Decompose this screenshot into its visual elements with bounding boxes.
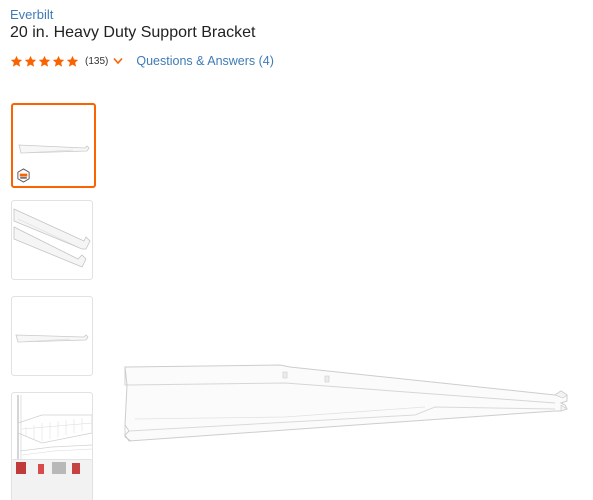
room-image: [12, 460, 92, 500]
thumbnail-bracket-angle[interactable]: [11, 200, 93, 280]
bracket-image: [15, 334, 89, 343]
thumbnail-bracket-plain[interactable]: [11, 296, 93, 376]
thumbnail-room-scene[interactable]: [11, 459, 93, 500]
product-title: 20 in. Heavy Duty Support Bracket: [10, 24, 256, 41]
chevron-down-icon[interactable]: [113, 57, 123, 65]
star-icon: [24, 55, 37, 67]
main-product-image[interactable]: [115, 345, 585, 455]
rating-row: (135) Questions & Answers (4): [10, 52, 274, 70]
brand-link[interactable]: Everbilt: [10, 7, 53, 22]
review-count[interactable]: (135): [85, 56, 108, 67]
star-icon: [66, 55, 79, 67]
product-page: Everbilt 20 in. Heavy Duty Support Brack…: [0, 0, 593, 500]
star-icon: [38, 55, 51, 67]
star-rating[interactable]: [10, 55, 80, 68]
product-badge-icon: [17, 168, 30, 183]
questions-answers-link[interactable]: Questions & Answers (4): [136, 54, 274, 68]
bracket-image: [13, 208, 91, 268]
star-icon: [10, 55, 23, 67]
star-icon: [52, 55, 65, 67]
thumbnail-bracket-side[interactable]: [11, 103, 96, 188]
